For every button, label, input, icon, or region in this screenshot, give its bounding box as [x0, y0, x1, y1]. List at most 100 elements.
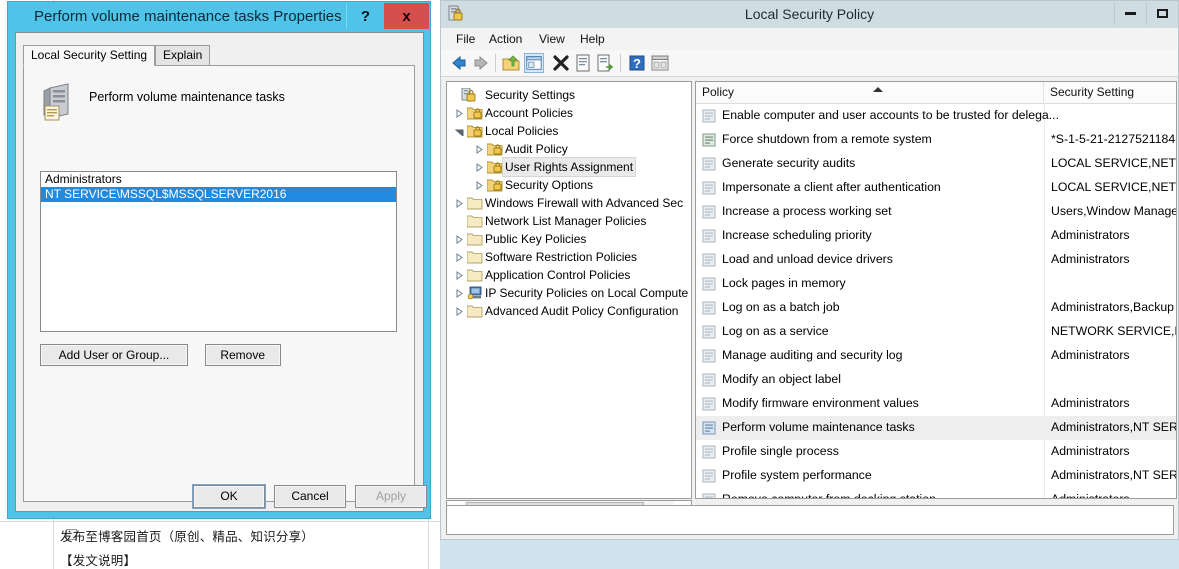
chevron-right-icon[interactable]: [455, 307, 464, 316]
tree-item-label: Security Settings: [485, 88, 576, 102]
policy-icon: [702, 229, 716, 243]
chevron-down-icon[interactable]: [455, 127, 464, 136]
table-row[interactable]: Load and unload device drivers Administr…: [696, 248, 1176, 272]
table-row[interactable]: Manage auditing and security log Adminis…: [696, 344, 1176, 368]
table-row[interactable]: Lock pages in memory: [696, 272, 1176, 296]
tree-item-label: Software Restriction Policies: [485, 250, 638, 264]
chevron-right-icon[interactable]: [475, 181, 484, 190]
security-setting-value: Administrators,NT SERVI: [1051, 420, 1177, 434]
policy-icon: [702, 253, 716, 267]
bg-divider-top: [0, 521, 440, 522]
column-header-policy[interactable]: Policy: [696, 82, 1044, 103]
close-button[interactable]: x: [384, 3, 429, 29]
security-settings-icon: [461, 88, 476, 102]
menu-help[interactable]: Help: [575, 31, 610, 47]
chevron-right-icon[interactable]: [455, 253, 464, 262]
policy-list-view[interactable]: Policy Security Setting Enable computer …: [695, 81, 1177, 499]
policy-name: Increase scheduling priority: [722, 228, 872, 242]
column-header-security-setting[interactable]: Security Setting: [1044, 82, 1176, 103]
chevron-right-icon[interactable]: [455, 109, 464, 118]
chevron-right-icon[interactable]: [455, 199, 464, 208]
tab-explain[interactable]: Explain: [155, 45, 211, 66]
tree-item-label: Account Policies: [485, 106, 574, 120]
assigned-accounts-listbox[interactable]: Administrators NT SERVICE\MSSQL$MSSQLSER…: [40, 171, 397, 332]
security-setting-value: Administrators: [1051, 348, 1130, 362]
export-list-icon[interactable]: [595, 53, 615, 73]
show-console-tree-icon[interactable]: [650, 53, 670, 73]
table-row[interactable]: Remove computer from docking station Adm…: [696, 488, 1176, 499]
mmc-titlebar[interactable]: Local Security Policy: [441, 1, 1178, 28]
table-row[interactable]: Profile single process Administrators: [696, 440, 1176, 464]
policy-folder-icon: [487, 161, 503, 174]
ok-button[interactable]: OK: [193, 485, 265, 508]
console-tree[interactable]: Security Settings Account Policies Local…: [446, 81, 692, 499]
table-row[interactable]: Increase a process working set Users,Win…: [696, 200, 1176, 224]
table-row[interactable]: Impersonate a client after authenticatio…: [696, 176, 1176, 200]
remove-button[interactable]: Remove: [204, 344, 281, 366]
add-user-or-group-button[interactable]: Add User or Group...: [40, 344, 188, 366]
security-setting-value: NETWORK SERVICE,FAR.: [1051, 324, 1176, 338]
policy-name: Profile system performance: [722, 468, 872, 482]
policy-name: Perform volume maintenance tasks: [722, 420, 915, 434]
policy-name: Modify firmware environment values: [722, 396, 919, 410]
up-folder-icon[interactable]: [501, 53, 521, 73]
policy-name: Modify an object label: [722, 372, 841, 386]
delete-icon[interactable]: [551, 53, 571, 73]
policy-modified-icon: [702, 133, 716, 147]
policy-icon: [702, 181, 716, 195]
chevron-right-icon[interactable]: [475, 145, 484, 154]
mmc-toolbar: ?: [441, 50, 1178, 77]
policy-icon: [702, 205, 716, 219]
table-row[interactable]: Modify an object label: [696, 368, 1176, 392]
desktop-background: [440, 540, 1179, 569]
forward-icon[interactable]: [471, 53, 491, 73]
chevron-right-icon[interactable]: [455, 235, 464, 244]
table-row[interactable]: Generate security audits LOCAL SERVICE,N…: [696, 152, 1176, 176]
tab-panel-local-security-setting: Perform volume maintenance tasks Adminis…: [23, 65, 415, 502]
tree-item-label: Windows Firewall with Advanced Sec: [485, 196, 684, 210]
policy-folder-icon: [487, 143, 503, 156]
publish-home-label: 发布至博客园首页（原创、精品、知识分享）: [60, 530, 315, 544]
minimize-button[interactable]: [1114, 2, 1146, 25]
policy-icon: [702, 469, 716, 483]
post-note-label: 【发文说明】: [60, 554, 137, 568]
chevron-right-icon[interactable]: [455, 271, 464, 280]
help-icon[interactable]: ?: [627, 53, 647, 73]
dialog-titlebar[interactable]: Perform volume maintenance tasks Propert…: [8, 2, 430, 32]
back-icon[interactable]: [449, 53, 469, 73]
menu-action[interactable]: Action: [484, 31, 527, 47]
tree-item-label: Audit Policy: [505, 142, 568, 156]
folder-icon: [467, 233, 483, 246]
table-row[interactable]: Log on as a batch job Administrators,Bac…: [696, 296, 1176, 320]
table-row[interactable]: Modify firmware environment values Admin…: [696, 392, 1176, 416]
table-row[interactable]: Profile system performance Administrator…: [696, 464, 1176, 488]
list-item[interactable]: Administrators: [41, 172, 396, 187]
policy-folder-icon: [467, 107, 483, 120]
show-hide-tree-icon[interactable]: [524, 53, 544, 73]
menu-file[interactable]: File: [451, 31, 480, 47]
policy-folder-icon: [487, 179, 503, 192]
maximize-button[interactable]: [1146, 2, 1178, 25]
table-row[interactable]: Force shutdown from a remote system *S-1…: [696, 128, 1176, 152]
properties-icon[interactable]: [573, 53, 593, 73]
help-button[interactable]: ?: [346, 3, 384, 29]
chevron-right-icon[interactable]: [475, 163, 484, 172]
tree-item-label: Local Policies: [485, 124, 559, 138]
cancel-button[interactable]: Cancel: [274, 485, 346, 508]
policy-icon: [702, 373, 716, 387]
table-row[interactable]: Perform volume maintenance tasks Adminis…: [696, 416, 1176, 440]
policy-name: Remove computer from docking station: [722, 492, 936, 499]
menu-view[interactable]: View: [534, 31, 570, 47]
table-row[interactable]: Enable computer and user accounts to be …: [696, 104, 1176, 128]
chevron-right-icon[interactable]: [455, 289, 464, 298]
tree-item-label: Public Key Policies: [485, 232, 587, 246]
list-item[interactable]: NT SERVICE\MSSQL$MSSQLSERVER2016: [41, 187, 396, 202]
table-row[interactable]: Increase scheduling priority Administrat…: [696, 224, 1176, 248]
table-row[interactable]: Log on as a service NETWORK SERVICE,FAR.: [696, 320, 1176, 344]
policy-icon: [702, 493, 716, 498]
security-setting-value: Administrators: [1051, 252, 1130, 266]
policy-selected-icon: [702, 421, 716, 435]
mmc-statusbar: [446, 505, 1174, 535]
tab-local-security-setting[interactable]: Local Security Setting: [23, 45, 156, 66]
security-setting-value: LOCAL SERVICE,NETWO: [1051, 180, 1177, 194]
